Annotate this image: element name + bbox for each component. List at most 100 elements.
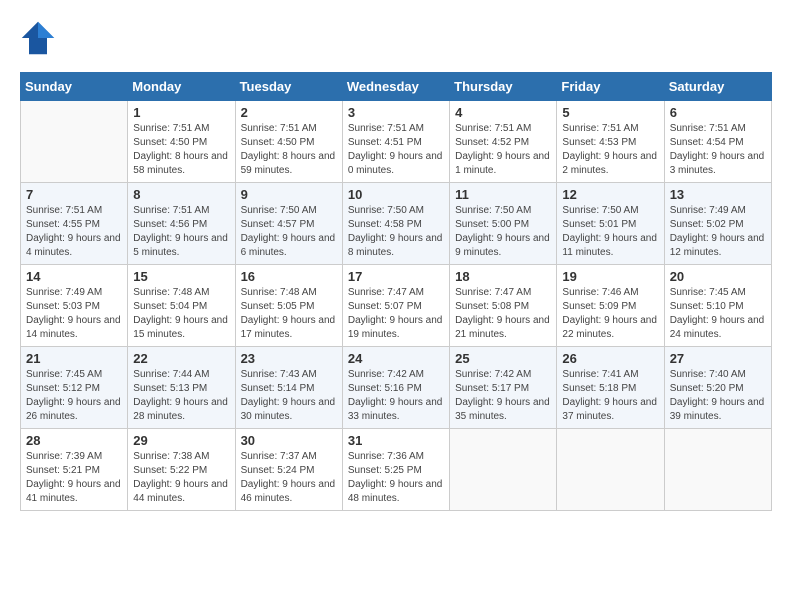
- day-number: 12: [562, 187, 658, 202]
- day-number: 18: [455, 269, 551, 284]
- calendar-cell: 11 Sunrise: 7:50 AMSunset: 5:00 PMDayligh…: [450, 183, 557, 265]
- day-number: 21: [26, 351, 122, 366]
- calendar-cell: 19Sunrise: 7:46 AMSunset: 5:09 PMDayligh…: [557, 265, 664, 347]
- day-info: Sunrise: 7:50 AMSunset: 4:58 PMDaylight:…: [348, 204, 444, 260]
- day-number: 9: [241, 187, 337, 202]
- day-number: 2: [241, 105, 337, 120]
- day-info: Sunrise: 7:45 AMSunset: 5:12 PMDaylight:…: [26, 368, 122, 424]
- logo: [20, 20, 62, 56]
- calendar-cell: 25Sunrise: 7:42 AMSunset: 5:17 PMDayligh…: [450, 347, 557, 429]
- day-info: Sunrise: 7:50 AMSunset: 5:01 PMDaylight:…: [562, 204, 658, 260]
- calendar-table: SundayMondayTuesdayWednesdayThursdayFrid…: [20, 72, 772, 511]
- day-number: 10: [348, 187, 444, 202]
- calendar-cell: 14Sunrise: 7:49 AMSunset: 5:03 PMDayligh…: [21, 265, 128, 347]
- day-info: Sunrise: 7:40 AMSunset: 5:20 PMDaylight:…: [670, 368, 766, 424]
- calendar-cell: 6Sunrise: 7:51 AMSunset: 4:54 PMDaylight…: [664, 101, 771, 183]
- calendar-cell: 18 Sunrise: 7:47 AMSunset: 5:08 PMDayligh…: [450, 265, 557, 347]
- day-info: Sunrise: 7:42 AMSunset: 5:17 PMDaylight:…: [455, 368, 551, 424]
- calendar-cell: 13Sunrise: 7:49 AMSunset: 5:02 PMDayligh…: [664, 183, 771, 265]
- day-info: Sunrise: 7:46 AMSunset: 5:09 PMDaylight:…: [562, 286, 658, 342]
- calendar-cell: 15 Sunrise: 7:48 AMSunset: 5:04 PMDayligh…: [128, 265, 235, 347]
- calendar-cell: 30 Sunrise: 7:37 AMSunset: 5:24 PMDayligh…: [235, 429, 342, 511]
- day-info: Sunrise: 7:36 AMSunset: 5:25 PMDaylight:…: [348, 450, 444, 506]
- day-number: 5: [562, 105, 658, 120]
- calendar-cell: 22 Sunrise: 7:44 AMSunset: 5:13 PMDayligh…: [128, 347, 235, 429]
- day-header-tuesday: Tuesday: [235, 73, 342, 101]
- calendar-cell: [557, 429, 664, 511]
- calendar-cell: 16Sunrise: 7:48 AMSunset: 5:05 PMDayligh…: [235, 265, 342, 347]
- day-info: Sunrise: 7:50 AMSunset: 5:00 PMDaylight:…: [455, 204, 551, 260]
- day-header-monday: Monday: [128, 73, 235, 101]
- calendar-cell: 17 Sunrise: 7:47 AMSunset: 5:07 PMDayligh…: [342, 265, 449, 347]
- day-info: Sunrise: 7:48 AMSunset: 5:04 PMDaylight:…: [133, 286, 229, 342]
- calendar-cell: 26Sunrise: 7:41 AMSunset: 5:18 PMDayligh…: [557, 347, 664, 429]
- calendar-cell: 31 Sunrise: 7:36 AMSunset: 5:25 PMDayligh…: [342, 429, 449, 511]
- day-number: 24: [348, 351, 444, 366]
- calendar-cell: 7 Sunrise: 7:51 AMSunset: 4:55 PMDaylight…: [21, 183, 128, 265]
- day-number: 22: [133, 351, 229, 366]
- day-info: Sunrise: 7:49 AMSunset: 5:03 PMDaylight:…: [26, 286, 122, 342]
- day-info: Sunrise: 7:41 AMSunset: 5:18 PMDaylight:…: [562, 368, 658, 424]
- calendar-week-row: 1 Sunrise: 7:51 AMSunset: 4:50 PMDaylight…: [21, 101, 772, 183]
- day-info: Sunrise: 7:51 AMSunset: 4:53 PMDaylight:…: [562, 122, 658, 178]
- calendar-cell: 24 Sunrise: 7:42 AMSunset: 5:16 PMDayligh…: [342, 347, 449, 429]
- day-header-friday: Friday: [557, 73, 664, 101]
- day-info: Sunrise: 7:51 AMSunset: 4:55 PMDaylight:…: [26, 204, 122, 260]
- day-number: 15: [133, 269, 229, 284]
- calendar-cell: 12 Sunrise: 7:50 AMSunset: 5:01 PMDayligh…: [557, 183, 664, 265]
- calendar-cell: 23Sunrise: 7:43 AMSunset: 5:14 PMDayligh…: [235, 347, 342, 429]
- day-number: 30: [241, 433, 337, 448]
- calendar-cell: 8 Sunrise: 7:51 AMSunset: 4:56 PMDaylight…: [128, 183, 235, 265]
- day-number: 17: [348, 269, 444, 284]
- page-header: [20, 20, 772, 56]
- day-number: 28: [26, 433, 122, 448]
- day-info: Sunrise: 7:50 AMSunset: 4:57 PMDaylight:…: [241, 204, 337, 260]
- day-info: Sunrise: 7:44 AMSunset: 5:13 PMDaylight:…: [133, 368, 229, 424]
- day-number: 3: [348, 105, 444, 120]
- day-number: 27: [670, 351, 766, 366]
- calendar-cell: 3Sunrise: 7:51 AMSunset: 4:51 PMDaylight…: [342, 101, 449, 183]
- calendar-cell: 5 Sunrise: 7:51 AMSunset: 4:53 PMDaylight…: [557, 101, 664, 183]
- day-number: 8: [133, 187, 229, 202]
- day-info: Sunrise: 7:51 AMSunset: 4:54 PMDaylight:…: [670, 122, 766, 178]
- calendar-cell: [664, 429, 771, 511]
- calendar-cell: 28 Sunrise: 7:39 AMSunset: 5:21 PMDayligh…: [21, 429, 128, 511]
- calendar-cell: [21, 101, 128, 183]
- day-number: 11: [455, 187, 551, 202]
- calendar-cell: 2 Sunrise: 7:51 AMSunset: 4:50 PMDaylight…: [235, 101, 342, 183]
- day-info: Sunrise: 7:51 AMSunset: 4:56 PMDaylight:…: [133, 204, 229, 260]
- calendar-cell: 21 Sunrise: 7:45 AMSunset: 5:12 PMDayligh…: [21, 347, 128, 429]
- day-number: 29: [133, 433, 229, 448]
- calendar-week-row: 14Sunrise: 7:49 AMSunset: 5:03 PMDayligh…: [21, 265, 772, 347]
- calendar-week-row: 7 Sunrise: 7:51 AMSunset: 4:55 PMDaylight…: [21, 183, 772, 265]
- day-info: Sunrise: 7:37 AMSunset: 5:24 PMDaylight:…: [241, 450, 337, 506]
- day-header-sunday: Sunday: [21, 73, 128, 101]
- day-number: 31: [348, 433, 444, 448]
- calendar-cell: 29 Sunrise: 7:38 AMSunset: 5:22 PMDayligh…: [128, 429, 235, 511]
- logo-icon: [20, 20, 56, 56]
- day-number: 7: [26, 187, 122, 202]
- day-info: Sunrise: 7:49 AMSunset: 5:02 PMDaylight:…: [670, 204, 766, 260]
- day-info: Sunrise: 7:38 AMSunset: 5:22 PMDaylight:…: [133, 450, 229, 506]
- calendar-cell: 27 Sunrise: 7:40 AMSunset: 5:20 PMDayligh…: [664, 347, 771, 429]
- day-header-thursday: Thursday: [450, 73, 557, 101]
- calendar-week-row: 21 Sunrise: 7:45 AMSunset: 5:12 PMDayligh…: [21, 347, 772, 429]
- calendar-cell: 10 Sunrise: 7:50 AMSunset: 4:58 PMDayligh…: [342, 183, 449, 265]
- day-info: Sunrise: 7:51 AMSunset: 4:50 PMDaylight:…: [133, 122, 229, 178]
- calendar-header-row: SundayMondayTuesdayWednesdayThursdayFrid…: [21, 73, 772, 101]
- calendar-cell: 9 Sunrise: 7:50 AMSunset: 4:57 PMDaylight…: [235, 183, 342, 265]
- day-number: 23: [241, 351, 337, 366]
- calendar-cell: 20 Sunrise: 7:45 AMSunset: 5:10 PMDayligh…: [664, 265, 771, 347]
- calendar-week-row: 28 Sunrise: 7:39 AMSunset: 5:21 PMDayligh…: [21, 429, 772, 511]
- day-info: Sunrise: 7:51 AMSunset: 4:50 PMDaylight:…: [241, 122, 337, 178]
- day-info: Sunrise: 7:47 AMSunset: 5:07 PMDaylight:…: [348, 286, 444, 342]
- day-header-saturday: Saturday: [664, 73, 771, 101]
- day-number: 20: [670, 269, 766, 284]
- day-info: Sunrise: 7:42 AMSunset: 5:16 PMDaylight:…: [348, 368, 444, 424]
- day-number: 16: [241, 269, 337, 284]
- day-number: 1: [133, 105, 229, 120]
- day-info: Sunrise: 7:45 AMSunset: 5:10 PMDaylight:…: [670, 286, 766, 342]
- day-info: Sunrise: 7:47 AMSunset: 5:08 PMDaylight:…: [455, 286, 551, 342]
- day-info: Sunrise: 7:39 AMSunset: 5:21 PMDaylight:…: [26, 450, 122, 506]
- calendar-cell: 4Sunrise: 7:51 AMSunset: 4:52 PMDaylight…: [450, 101, 557, 183]
